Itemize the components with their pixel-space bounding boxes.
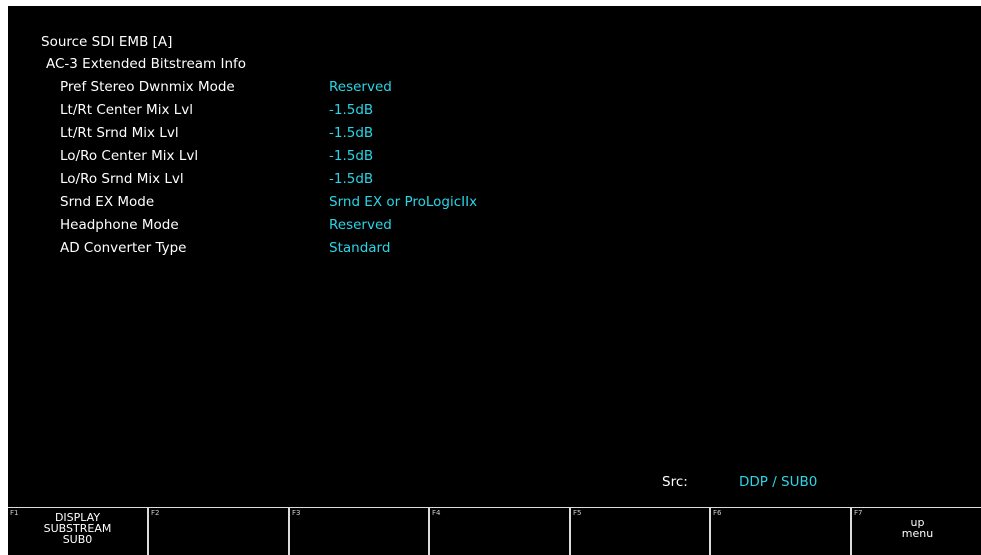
- f1-label-line-3: SUB0: [62, 533, 93, 546]
- row-label-ad-converter-type: AD Converter Type: [60, 240, 187, 256]
- source-title: Source SDI EMB [A]: [41, 34, 173, 50]
- f4-button[interactable]: F4: [430, 508, 569, 555]
- f7-key-number: F7: [854, 509, 863, 517]
- section-title: AC-3 Extended Bitstream Info: [46, 56, 247, 72]
- row-label-loro-center-mix-lvl: Lo/Ro Center Mix Lvl: [60, 148, 199, 164]
- src-label: Src:: [662, 474, 688, 490]
- function-key-bar: F1 DISPLAY SUBSTREAM SUB0 F2 F3 F4 F5 F6…: [8, 507, 981, 555]
- f5-key-number: F5: [573, 509, 582, 517]
- row-value-ltrt-srnd-mix-lvl: -1.5dB: [329, 125, 374, 141]
- row-label-srnd-ex-mode: Srnd EX Mode: [60, 194, 155, 210]
- f1-display-substream-button[interactable]: F1 DISPLAY SUBSTREAM SUB0: [8, 508, 147, 555]
- row-label-pref-stereo-dwnmix-mode: Pref Stereo Dwnmix Mode: [60, 79, 235, 95]
- f7-label-line-2: menu: [901, 527, 934, 540]
- monitor-screen: Source SDI EMB [A] AC-3 Extended Bitstre…: [8, 6, 981, 555]
- f2-key-number: F2: [151, 509, 160, 517]
- f4-key-number: F4: [432, 509, 441, 517]
- f7-up-menu-button[interactable]: F7 up menu: [852, 508, 981, 555]
- row-value-loro-srnd-mix-lvl: -1.5dB: [329, 171, 374, 187]
- row-label-ltrt-center-mix-lvl: Lt/Rt Center Mix Lvl: [60, 102, 193, 118]
- f3-button[interactable]: F3: [290, 508, 428, 555]
- f3-key-number: F3: [292, 509, 301, 517]
- f5-button[interactable]: F5: [571, 508, 709, 555]
- row-value-srnd-ex-mode: Srnd EX or ProLogicIIx: [329, 194, 478, 210]
- row-value-ad-converter-type: Standard: [329, 240, 391, 256]
- f6-key-number: F6: [713, 509, 722, 517]
- row-value-headphone-mode: Reserved: [329, 217, 392, 233]
- row-label-loro-srnd-mix-lvl: Lo/Ro Srnd Mix Lvl: [60, 171, 184, 187]
- f2-button[interactable]: F2: [149, 508, 288, 555]
- row-value-ltrt-center-mix-lvl: -1.5dB: [329, 102, 374, 118]
- row-label-headphone-mode: Headphone Mode: [60, 217, 179, 233]
- row-label-ltrt-srnd-mix-lvl: Lt/Rt Srnd Mix Lvl: [60, 125, 179, 141]
- row-value-pref-stereo-dwnmix-mode: Reserved: [329, 79, 392, 95]
- row-value-loro-center-mix-lvl: -1.5dB: [329, 148, 374, 164]
- f6-button[interactable]: F6: [711, 508, 850, 555]
- src-value: DDP / SUB0: [739, 474, 818, 490]
